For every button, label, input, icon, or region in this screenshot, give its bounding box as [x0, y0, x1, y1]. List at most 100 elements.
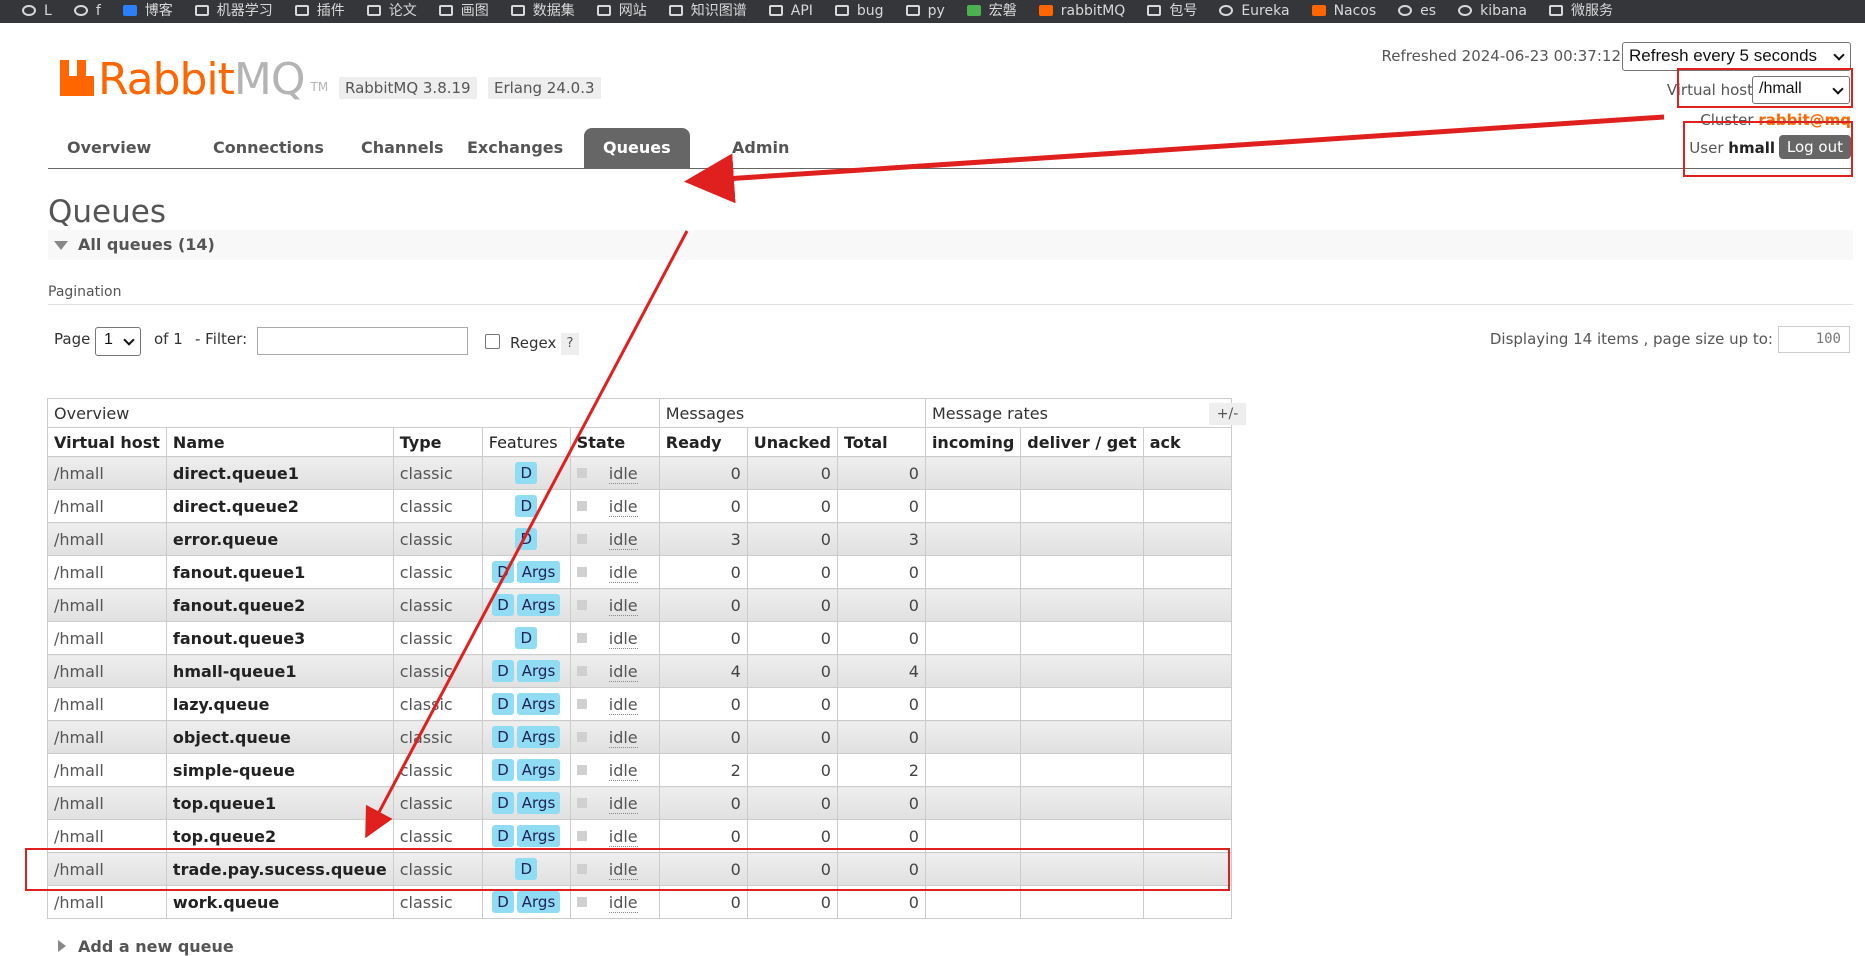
- queue-name-link[interactable]: top.queue2: [165, 819, 394, 853]
- toggle-columns-button[interactable]: +/-: [1209, 403, 1246, 425]
- tab-connections[interactable]: Connections: [194, 128, 343, 168]
- bookmark-18[interactable]: es: [1398, 4, 1436, 18]
- bookmark-label: 宏磐: [988, 3, 1017, 19]
- bookmark-11[interactable]: bug: [834, 4, 884, 18]
- cell-features: D Args: [481, 786, 571, 820]
- state-indicator-icon: [576, 566, 587, 577]
- cell-state: idle: [569, 654, 660, 688]
- table-row: /hmall error.queue classic Didle 3 0 3: [47, 522, 1232, 556]
- cell-state: idle: [569, 555, 660, 589]
- bookmark-15[interactable]: 包号: [1147, 4, 1197, 18]
- page-size-input[interactable]: 100: [1778, 326, 1850, 353]
- cell-deliver-get-rate: [1020, 753, 1144, 787]
- queue-name-link[interactable]: object.queue: [165, 720, 394, 754]
- regex-checkbox[interactable]: [485, 334, 500, 349]
- queue-name-link[interactable]: trade.pay.sucess.queue: [165, 852, 394, 886]
- displaying-items-label: Displaying 14 items , page size up to:: [1489, 330, 1773, 348]
- bookmark-0[interactable]: L: [22, 4, 52, 18]
- state-label: idle: [608, 595, 638, 616]
- col-state[interactable]: State: [569, 427, 660, 457]
- queue-name-link[interactable]: top.queue1: [165, 786, 394, 820]
- main-nav-tabs: Overview Connections Channels Exchanges …: [48, 128, 1853, 169]
- queue-name-link[interactable]: lazy.queue: [165, 687, 394, 721]
- bookmark-2[interactable]: 博客: [122, 4, 173, 18]
- cell-virtual-host: /hmall: [47, 819, 167, 853]
- folder-icon: [1147, 5, 1162, 16]
- all-queues-section-toggle[interactable]: All queues (14): [48, 230, 1853, 260]
- bookmark-19[interactable]: kibana: [1458, 4, 1527, 18]
- bookmark-20[interactable]: 微服务: [1549, 3, 1614, 19]
- cell-ready: 0: [658, 687, 748, 721]
- bookmark-8[interactable]: 网站: [596, 4, 647, 18]
- cell-state: idle: [569, 522, 660, 556]
- tab-overview[interactable]: Overview: [48, 128, 170, 168]
- queue-name-link[interactable]: simple-queue: [165, 753, 394, 787]
- col-deliver-get[interactable]: deliver / get: [1020, 427, 1144, 457]
- bookmark-7[interactable]: 数据集: [510, 4, 575, 18]
- cell-unacked: 0: [746, 753, 838, 787]
- refresh-interval-select[interactable]: Refresh every 5 seconds: [1622, 42, 1851, 71]
- cell-virtual-host: /hmall: [47, 885, 167, 919]
- cell-features: D: [481, 852, 571, 886]
- bookmark-16[interactable]: Eureka: [1219, 4, 1290, 18]
- cell-total: 0: [836, 456, 926, 490]
- erlang-version-badge: Erlang 24.0.3: [488, 77, 601, 99]
- col-type[interactable]: Type: [392, 427, 483, 457]
- col-ack[interactable]: ack: [1142, 427, 1232, 457]
- tab-channels[interactable]: Channels: [342, 128, 463, 168]
- regex-help-button[interactable]: ?: [561, 333, 579, 355]
- bookmark-1[interactable]: f: [73, 4, 101, 18]
- col-virtual-host[interactable]: Virtual host: [47, 427, 167, 457]
- state-indicator-icon: [576, 632, 587, 643]
- queue-name-link[interactable]: direct.queue1: [165, 456, 394, 490]
- virtual-host-value: /hmall: [1759, 80, 1802, 97]
- bookmark-5[interactable]: 论文: [366, 4, 417, 18]
- filter-input[interactable]: [257, 327, 468, 355]
- bookmark-3[interactable]: 机器学习: [194, 4, 273, 18]
- col-unacked[interactable]: Unacked: [746, 427, 838, 457]
- bookmark-label: 微服务: [1571, 3, 1614, 19]
- cell-state: idle: [569, 720, 660, 754]
- cell-total: 0: [836, 489, 926, 523]
- col-total[interactable]: Total: [836, 427, 926, 457]
- cell-state: idle: [569, 621, 660, 655]
- cell-deliver-get-rate: [1020, 489, 1144, 523]
- cell-incoming-rate: [924, 852, 1022, 886]
- page-select[interactable]: 1: [95, 327, 141, 356]
- bookmark-9[interactable]: 知识图谱: [668, 4, 747, 18]
- cell-features: D Args: [481, 555, 571, 589]
- bookmark-10[interactable]: API: [768, 4, 813, 18]
- col-ready[interactable]: Ready: [658, 427, 748, 457]
- bookmark-14[interactable]: rabbitMQ: [1038, 4, 1125, 18]
- cell-deliver-get-rate: [1020, 654, 1144, 688]
- state-label: idle: [608, 496, 638, 517]
- cell-features: D Args: [481, 588, 571, 622]
- queue-name-link[interactable]: error.queue: [165, 522, 394, 556]
- table-row: /hmall fanout.queue2 classic D Args idle 0 0 0: [47, 588, 1232, 622]
- tab-exchanges[interactable]: Exchanges: [448, 128, 582, 168]
- args-badge: Args: [516, 891, 561, 913]
- queue-name-link[interactable]: work.queue: [165, 885, 394, 919]
- cell-total: 0: [836, 555, 926, 589]
- bookmark-6[interactable]: 画图: [438, 4, 489, 18]
- tab-admin[interactable]: Admin: [713, 128, 808, 168]
- cell-state: idle: [569, 786, 660, 820]
- queue-name-link[interactable]: hmall-queue1: [165, 654, 394, 688]
- args-badge: Args: [516, 693, 561, 715]
- tab-queues[interactable]: Queues: [584, 128, 690, 168]
- queue-name-link[interactable]: fanout.queue1: [165, 555, 394, 589]
- queue-name-link[interactable]: fanout.queue3: [165, 621, 394, 655]
- queue-name-link[interactable]: fanout.queue2: [165, 588, 394, 622]
- bookmark-12[interactable]: py: [905, 4, 945, 18]
- bookmark-13[interactable]: 宏磐: [966, 3, 1017, 19]
- bookmark-17[interactable]: Nacos: [1311, 4, 1376, 18]
- folder-icon: [510, 5, 525, 16]
- col-incoming[interactable]: incoming: [924, 427, 1022, 457]
- rabbitmq-logo[interactable]: RabbitMQ TM: [60, 52, 328, 102]
- cell-ready: 4: [658, 654, 748, 688]
- queue-name-link[interactable]: direct.queue2: [165, 489, 394, 523]
- bookmark-4[interactable]: 插件: [294, 4, 345, 18]
- col-name[interactable]: Name: [165, 427, 394, 457]
- state-label: idle: [608, 661, 638, 682]
- virtual-host-select[interactable]: /hmall: [1752, 76, 1850, 104]
